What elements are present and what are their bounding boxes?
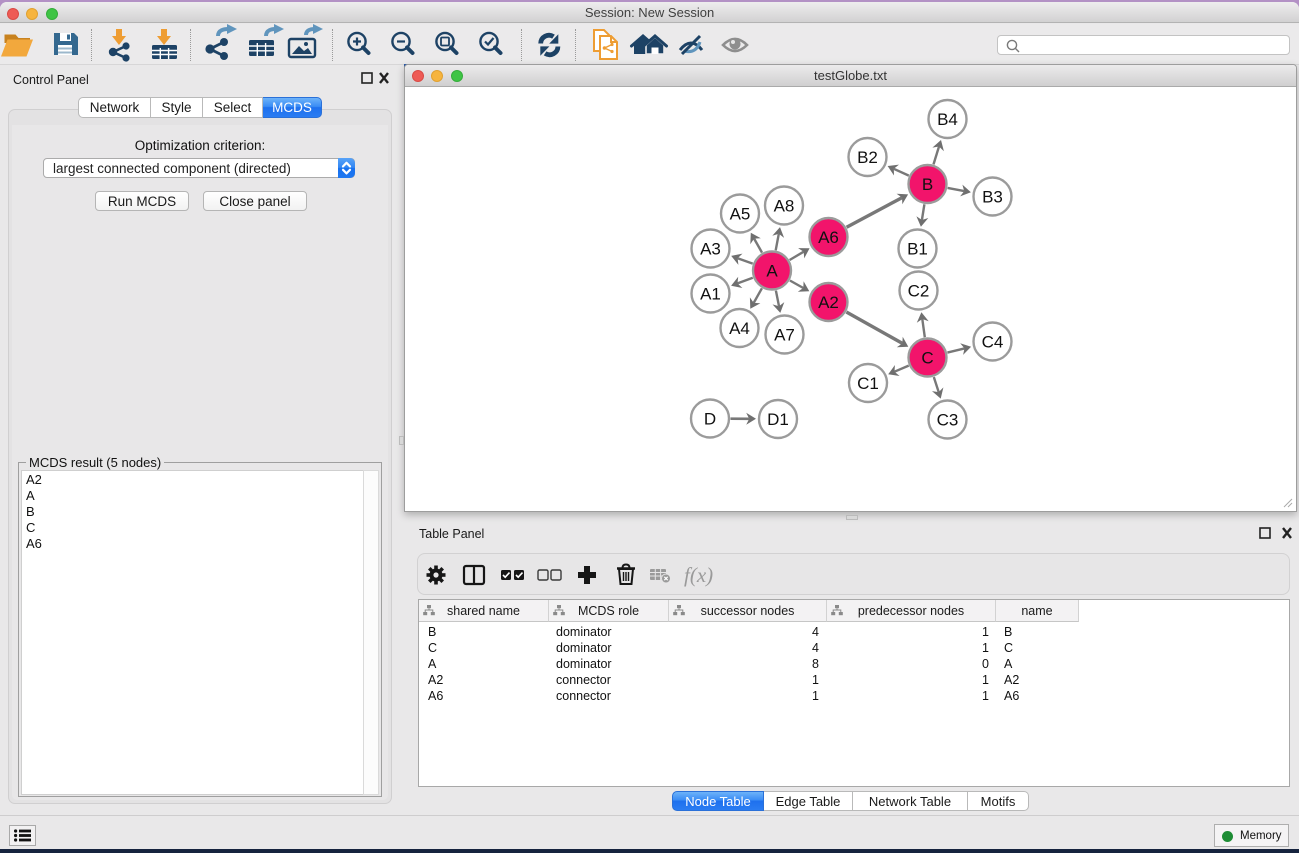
svg-text:C3: C3	[937, 410, 959, 429]
svg-text:B1: B1	[907, 239, 928, 258]
svg-text:A5: A5	[730, 204, 751, 223]
svg-text:A3: A3	[700, 239, 721, 258]
svg-text:D: D	[704, 409, 716, 428]
svg-text:B4: B4	[937, 110, 958, 129]
svg-text:A2: A2	[818, 293, 839, 312]
svg-text:f(x): f(x)	[684, 563, 713, 587]
svg-text:D1: D1	[767, 410, 789, 429]
svg-text:A8: A8	[774, 196, 795, 215]
svg-text:B3: B3	[982, 187, 1003, 206]
svg-text:B2: B2	[857, 148, 878, 167]
svg-text:A7: A7	[774, 325, 795, 344]
svg-text:A6: A6	[818, 228, 839, 247]
svg-text:C4: C4	[982, 332, 1004, 351]
svg-text:C2: C2	[908, 281, 930, 300]
svg-text:A: A	[766, 261, 778, 280]
svg-text:A1: A1	[700, 284, 721, 303]
svg-text:C1: C1	[857, 374, 879, 393]
svg-text:C: C	[921, 348, 933, 367]
svg-text:A4: A4	[729, 319, 750, 338]
svg-text:B: B	[922, 175, 933, 194]
